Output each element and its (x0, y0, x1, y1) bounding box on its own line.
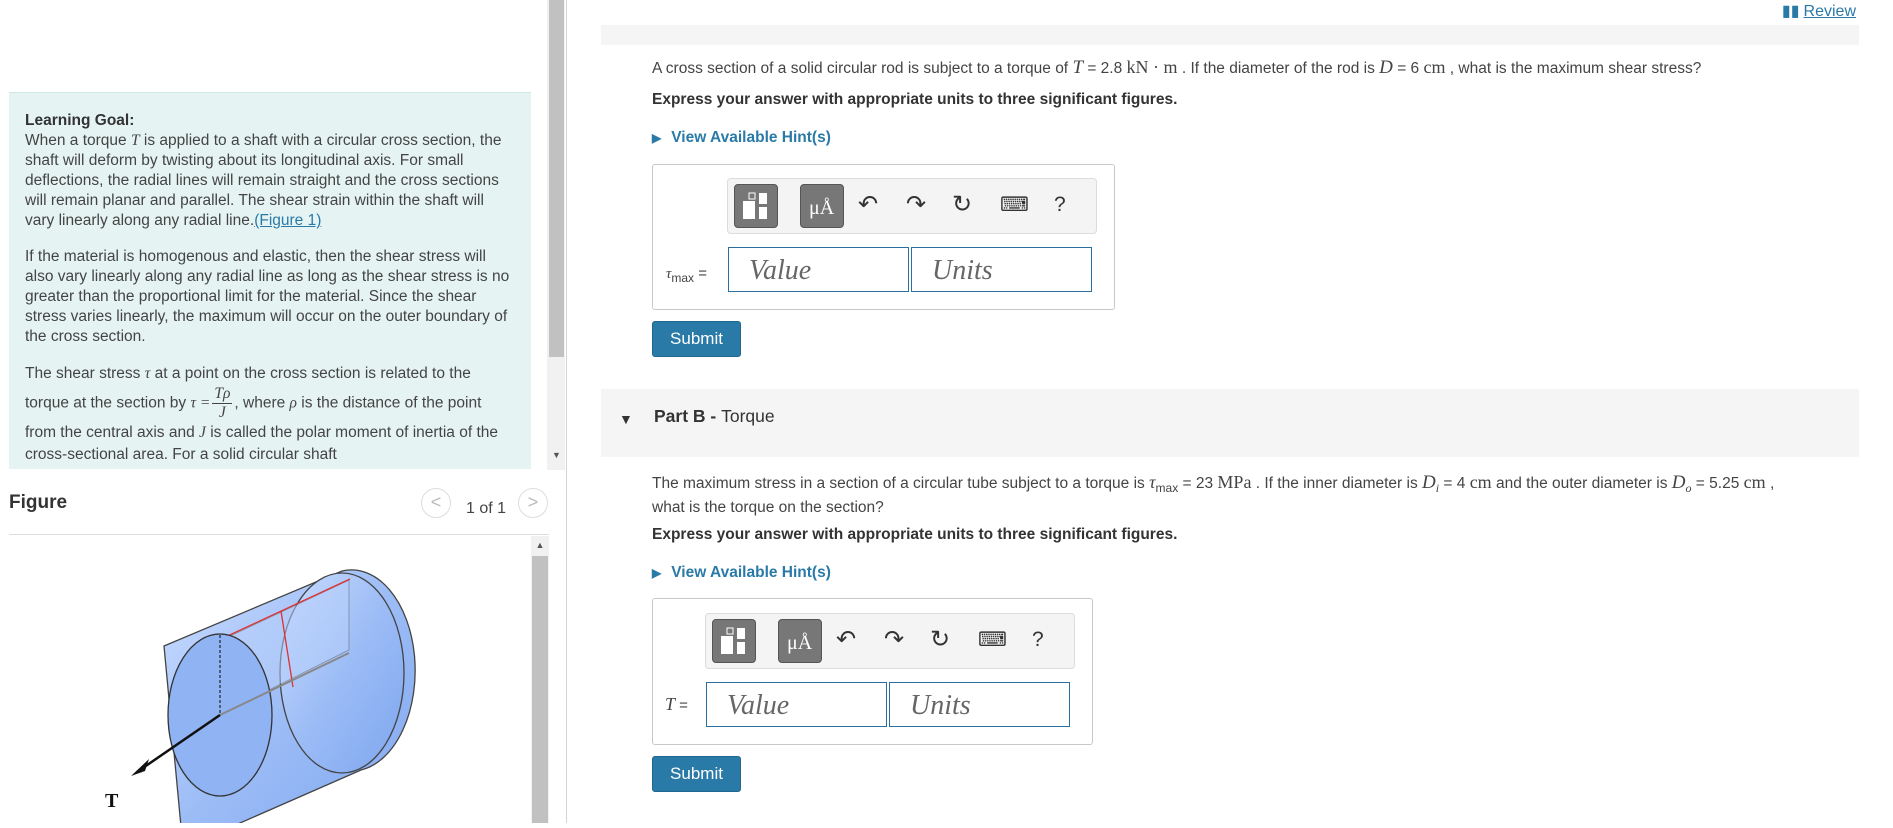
redo-icon[interactable]: ↷ (906, 193, 926, 217)
keyboard-icon[interactable]: ⌨ (978, 628, 1007, 652)
shaft-torque-diagram: T (105, 569, 416, 828)
part-a-answer-label: τmax = (666, 265, 707, 285)
learning-goal-panel[interactable]: Learning Goal: When a torque T is applie… (9, 92, 531, 469)
figure-title: Figure (9, 492, 68, 513)
help-icon[interactable]: ? (1032, 628, 1044, 652)
undo-icon[interactable]: ↶ (836, 628, 856, 652)
caret-right-icon: ▶ (652, 566, 662, 580)
figure-1-link[interactable]: (Figure 1) (254, 212, 321, 229)
part-b-answer-box: μÅ ↶ ↷ ↻ ⌨ ? T = Value Units (652, 598, 1093, 745)
part-b-submit-button[interactable]: Submit (652, 756, 741, 792)
pane-divider[interactable] (566, 0, 567, 823)
review-link[interactable]: ▮▮ Review (1782, 1, 1856, 21)
reset-icon[interactable]: ↻ (952, 193, 972, 217)
figure-header: Figure < 1 of 1 > (9, 488, 549, 535)
part-b-units-input[interactable]: Units (889, 682, 1070, 727)
shear-formula-fraction: Tρ J (212, 385, 233, 421)
templates-button[interactable] (712, 619, 756, 663)
part-b-instruction: Express your answer with appropriate uni… (652, 526, 1178, 543)
units-button[interactable]: μÅ (800, 184, 844, 228)
part-a-submit-button[interactable]: Submit (652, 321, 741, 357)
units-button[interactable]: μÅ (778, 619, 822, 663)
part-b-hint-toggle[interactable]: ▶ View Available Hint(s) (652, 564, 831, 582)
figure-image: T (9, 535, 529, 828)
part-a-equation-toolbar: μÅ ↶ ↷ ↻ ⌨ ? (727, 178, 1097, 234)
part-a-instruction: Express your answer with appropriate uni… (652, 91, 1178, 108)
part-b-header[interactable] (601, 389, 1859, 457)
scroll-up-arrow-icon[interactable]: ▲ (532, 538, 548, 552)
templates-icon (721, 627, 745, 654)
reset-icon[interactable]: ↻ (930, 628, 950, 652)
learning-goal-title: Learning Goal: (25, 112, 135, 129)
redo-icon[interactable]: ↷ (884, 628, 904, 652)
learning-goal-paragraph-2: If the material is homogenous and elasti… (25, 248, 510, 345)
undo-icon[interactable]: ↶ (858, 193, 878, 217)
part-b-value-input[interactable]: Value (706, 682, 887, 727)
part-b-answer-label: T = (665, 694, 688, 714)
figure-scrollbar-thumb[interactable] (532, 556, 548, 823)
part-b-equation-toolbar: μÅ ↶ ↷ ↻ ⌨ ? (705, 613, 1075, 669)
figure-counter: 1 of 1 (466, 500, 507, 517)
learning-goal-paragraph-1: Learning Goal: When a torque T is applie… (25, 111, 515, 231)
part-a-header-band (601, 25, 1859, 45)
part-a-question: A cross section of a solid circular rod … (652, 57, 1702, 78)
templates-button[interactable] (734, 184, 778, 228)
learning-scrollbar-thumb[interactable] (549, 0, 564, 357)
part-b-title[interactable]: Part B - Torque (654, 406, 775, 427)
figure-next-button[interactable]: > (518, 488, 548, 518)
caret-right-icon: ▶ (652, 131, 662, 145)
figure-prev-button[interactable]: < (421, 488, 451, 518)
book-icon: ▮▮ (1781, 3, 1800, 20)
left-pane: Learning Goal: When a torque T is applie… (0, 0, 565, 828)
scroll-down-arrow-icon[interactable]: ▼ (549, 448, 564, 462)
help-icon[interactable]: ? (1054, 193, 1066, 217)
keyboard-icon[interactable]: ⌨ (1000, 193, 1029, 217)
part-a-units-input[interactable]: Units (911, 247, 1092, 292)
caret-down-icon[interactable]: ▼ (619, 411, 633, 427)
learning-goal-paragraph-3: The shear stress τ at a point on the cro… (25, 365, 498, 463)
torque-label: T (105, 790, 119, 812)
templates-icon (743, 192, 767, 219)
part-b-question: The maximum stress in a section of a cir… (652, 472, 1775, 517)
part-a-answer-box: μÅ ↶ ↷ ↻ ⌨ ? τmax = Value Units (652, 164, 1115, 310)
part-a-value-input[interactable]: Value (728, 247, 909, 292)
part-a-hint-toggle[interactable]: ▶ View Available Hint(s) (652, 129, 831, 147)
